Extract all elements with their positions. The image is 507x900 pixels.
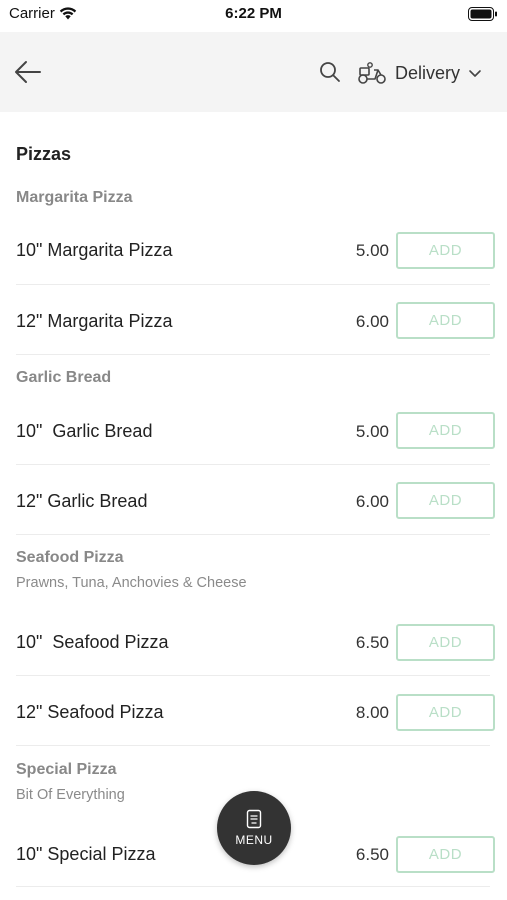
group-description: Prawns, Tuna, Anchovies & Cheese [16,575,247,591]
delivery-label: Delivery [395,62,461,83]
item-name: 12" Garlic Bread [16,491,148,511]
battery-icon [468,7,497,21]
add-button[interactable]: ADD [396,232,495,269]
add-button[interactable]: ADD [396,302,495,339]
status-time: 6:22 PM [225,5,282,22]
top-nav-bar: Delivery [0,32,507,112]
item-price: 6.50 [355,845,389,864]
item-price: 5.00 [355,422,389,441]
item-price: 6.00 [355,312,389,331]
add-button[interactable]: ADD [396,482,495,519]
divider [16,284,490,285]
status-bar: Carrier 6:22 PM [0,0,507,30]
item-name: 12" Seafood Pizza [16,702,164,722]
divider [16,886,490,887]
divider [16,464,490,465]
group-title: Garlic Bread [16,369,112,386]
divider [16,745,490,746]
item-price: 8.00 [355,703,389,722]
item-name: 10" Special Pizza [16,844,156,864]
item-name: 10" Garlic Bread [16,421,153,441]
delivery-mode-dropdown[interactable]: Delivery [357,58,482,88]
divider [16,354,490,355]
item-price: 6.50 [355,633,389,652]
menu-label: MENU [235,833,273,847]
search-button[interactable] [318,60,342,84]
search-icon [320,62,340,82]
item-price: 5.00 [355,241,389,260]
add-button[interactable]: ADD [396,694,495,731]
group-title: Special Pizza [16,761,117,778]
add-button[interactable]: ADD [396,836,495,873]
group-description: Bit Of Everything [16,787,125,803]
back-button[interactable] [12,56,44,88]
menu-book-icon [246,809,262,829]
item-name: 10" Margarita Pizza [16,240,173,260]
divider [16,534,490,535]
arrow-left-icon [15,61,41,83]
section-title: Pizzas [16,144,72,164]
scooter-icon [358,62,386,84]
group-title: Margarita Pizza [16,189,133,206]
item-price: 6.00 [355,492,389,511]
group-title: Seafood Pizza [16,549,124,566]
menu-floating-button[interactable]: MENU [217,791,291,865]
item-name: 10" Seafood Pizza [16,632,169,652]
divider [16,675,490,676]
item-name: 12" Margarita Pizza [16,311,173,331]
add-button[interactable]: ADD [396,624,495,661]
chevron-down-icon [469,70,481,77]
add-button[interactable]: ADD [396,412,495,449]
